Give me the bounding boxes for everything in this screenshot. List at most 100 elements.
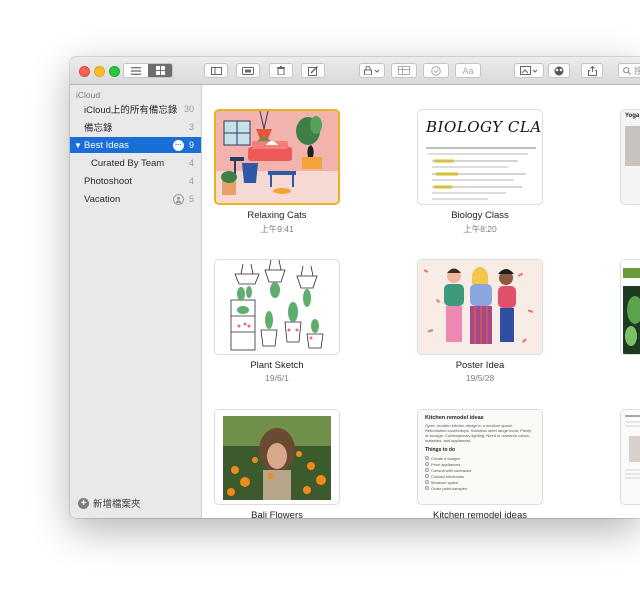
bali-flowers-photo-image bbox=[215, 410, 339, 504]
checkbox-icon bbox=[425, 486, 429, 490]
gallery-view-icon bbox=[155, 66, 165, 75]
sidebar-item-count: 30 bbox=[183, 104, 194, 114]
yoga-photo-image bbox=[625, 126, 640, 166]
note-title: Poster Idea bbox=[455, 360, 505, 371]
note-title: Plant Sketch bbox=[250, 360, 304, 371]
shared-folder-more-icon[interactable]: ··· bbox=[173, 139, 184, 151]
sidebar-item-count: 4 bbox=[188, 176, 194, 186]
sidebar-item-label: Curated By Team bbox=[91, 157, 165, 169]
sidebar-item-label: Vacation bbox=[84, 193, 121, 205]
note-title: Kitchen remodel ideas bbox=[433, 510, 527, 518]
sidebar-item-curated-by-team[interactable]: Curated By Team 4 bbox=[70, 155, 201, 171]
delete-button[interactable] bbox=[269, 63, 293, 78]
view-switcher bbox=[123, 63, 173, 78]
checkbox-icon bbox=[425, 468, 429, 472]
note-date: 上午9:41 bbox=[260, 224, 294, 234]
note-card-biology-class[interactable]: BIOLOGY CLASS Biology Class 上午8 bbox=[417, 109, 543, 235]
kitchen-checklist: Create a budget Price appliances Consult… bbox=[425, 455, 535, 491]
sidebar: iCloud iCloud上的所有備忘錄 30 備忘錄 3 ▼ Best Ide… bbox=[70, 85, 202, 518]
sidebar-item-photoshoot[interactable]: Photoshoot 4 bbox=[70, 173, 201, 189]
peek-yoga-text: Yoga bbox=[625, 113, 640, 119]
note-date: 19/6/1 bbox=[265, 373, 289, 383]
table-button[interactable] bbox=[391, 63, 417, 78]
note-thumbnail: Kitchen remodel ideas Open, modern kitch… bbox=[417, 409, 543, 505]
checklist-item-label: Order paint samples bbox=[431, 485, 468, 491]
disclosure-triangle-icon[interactable]: ▼ bbox=[74, 141, 82, 150]
note-card-yoga-peek[interactable]: Yoga bbox=[620, 109, 640, 205]
attachments-button[interactable] bbox=[236, 63, 260, 78]
checklist-item-label: Consult with contractor bbox=[431, 467, 472, 473]
notes-window: Aa 搜尋 iCloud iCloud上的所有備忘錄 30 備忘錄 3 ▼ Be… bbox=[70, 57, 640, 518]
note-thumbnail bbox=[214, 409, 340, 505]
biology-heading-text: BIOLOGY CLASS bbox=[426, 118, 542, 136]
sidebar-item-label: Photoshoot bbox=[84, 175, 133, 187]
lock-menu-button[interactable] bbox=[359, 63, 385, 78]
table-icon bbox=[398, 66, 410, 75]
handwritten-notes-image bbox=[426, 147, 536, 200]
note-thumbnail bbox=[214, 259, 340, 355]
share-icon bbox=[587, 65, 597, 76]
sidebar-item-notes[interactable]: 備忘錄 3 bbox=[70, 119, 201, 135]
note-card-bali-flowers[interactable]: Bali Flowers bbox=[214, 409, 340, 518]
note-card-partial-peek[interactable] bbox=[620, 409, 640, 505]
note-card-plant-sketch[interactable]: Plant Sketch 19/6/1 bbox=[214, 259, 340, 383]
checklist-item-label: Price appliances bbox=[431, 461, 461, 467]
sidebar-toggle-icon bbox=[210, 66, 222, 75]
checkbox-icon bbox=[425, 456, 429, 460]
compose-button[interactable] bbox=[301, 63, 325, 78]
sidebar-item-vacation[interactable]: Vacation 5 bbox=[70, 191, 201, 207]
note-thumbnail bbox=[417, 259, 543, 355]
note-card-relaxing-cats[interactable]: Relaxing Cats 上午9:41 bbox=[214, 109, 340, 235]
sidebar-item-all-icloud-notes[interactable]: iCloud上的所有備忘錄 30 bbox=[70, 101, 201, 117]
search-field[interactable]: 搜尋 bbox=[618, 63, 640, 78]
note-date: 上午8:20 bbox=[463, 224, 497, 234]
compose-icon bbox=[308, 65, 318, 76]
share-button[interactable] bbox=[581, 63, 603, 78]
list-view-icon bbox=[131, 66, 141, 75]
minimize-window-button[interactable] bbox=[94, 66, 105, 77]
new-folder-button[interactable]: + 新增檔案夾 bbox=[78, 496, 141, 510]
format-icon: Aa bbox=[462, 65, 474, 76]
media-icon bbox=[520, 66, 538, 75]
note-card-plants-peek[interactable] bbox=[620, 259, 640, 355]
collaborate-button[interactable] bbox=[548, 63, 570, 78]
note-thumbnail: BIOLOGY CLASS bbox=[417, 109, 543, 205]
format-button[interactable]: Aa bbox=[455, 63, 481, 78]
search-placeholder: 搜尋 bbox=[634, 64, 640, 77]
gallery-view-button[interactable] bbox=[148, 64, 172, 77]
sidebar-section-header: iCloud bbox=[76, 90, 101, 100]
partial-note-image bbox=[625, 415, 640, 479]
lock-icon bbox=[364, 66, 380, 75]
kitchen-subheading-text: Things to do bbox=[425, 447, 455, 453]
list-view-button[interactable] bbox=[124, 64, 148, 77]
toolbar: Aa 搜尋 bbox=[70, 57, 640, 85]
search-icon bbox=[623, 66, 631, 75]
sidebar-item-count: 4 bbox=[188, 158, 194, 168]
sidebar-item-label: iCloud上的所有備忘錄 bbox=[84, 105, 178, 116]
sidebar-item-count: 5 bbox=[188, 194, 194, 204]
sidebar-item-label: Best Ideas bbox=[84, 139, 129, 151]
checklist-item: Order paint samples bbox=[425, 485, 535, 491]
plants-photo-image bbox=[621, 260, 640, 354]
sidebar-item-count: 9 bbox=[188, 140, 194, 150]
kitchen-body-text: Open, modern kitchen design in a medium … bbox=[425, 423, 532, 443]
zoom-window-button[interactable] bbox=[109, 66, 120, 77]
note-date: 19/5/28 bbox=[465, 373, 495, 383]
attachments-icon bbox=[242, 66, 254, 75]
checklist-item-label: Measure space bbox=[431, 479, 459, 485]
note-card-poster-idea[interactable]: Poster Idea 19/5/28 bbox=[417, 259, 543, 383]
checkbox-icon bbox=[425, 462, 429, 466]
note-title: Bali Flowers bbox=[251, 510, 303, 518]
note-card-kitchen-remodel-ideas[interactable]: Kitchen remodel ideas Open, modern kitch… bbox=[417, 409, 543, 518]
close-window-button[interactable] bbox=[79, 66, 90, 77]
media-menu-button[interactable] bbox=[514, 63, 544, 78]
checklist-button[interactable] bbox=[423, 63, 449, 78]
plant-sketch-image bbox=[230, 260, 324, 351]
sidebar-toggle-button[interactable] bbox=[204, 63, 228, 78]
sidebar-item-best-ideas[interactable]: ▼ Best Ideas ··· 9 bbox=[70, 137, 201, 153]
checklist-icon bbox=[431, 65, 441, 76]
collaborate-icon bbox=[554, 66, 564, 75]
trash-icon bbox=[277, 66, 285, 75]
shared-person-icon bbox=[173, 193, 184, 205]
new-folder-label: 新增檔案夾 bbox=[93, 499, 141, 510]
